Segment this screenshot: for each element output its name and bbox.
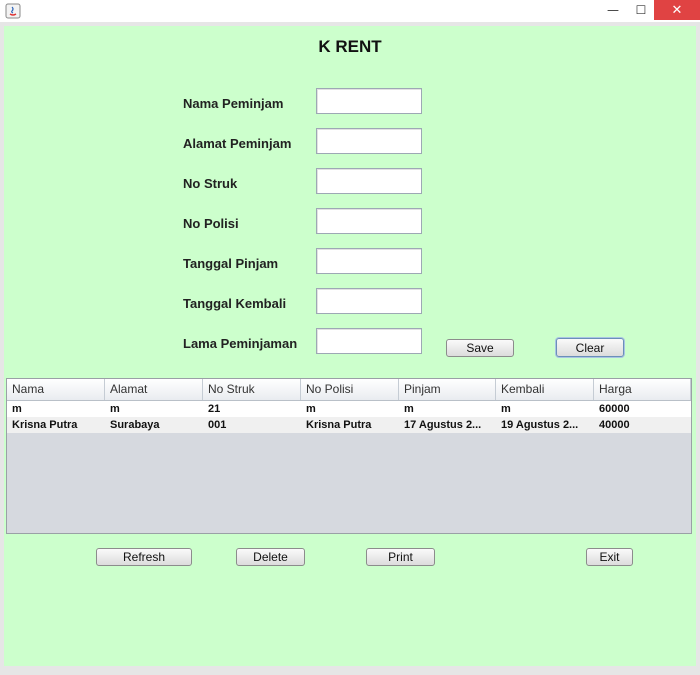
maximize-button[interactable]: ☐ [628, 0, 654, 20]
table-cell: 17 Agustus 2... [404, 419, 482, 431]
table-cell: 21 [208, 403, 221, 415]
tanggal-pinjam-field[interactable] [316, 248, 422, 274]
column-header-nama[interactable]: Nama [7, 379, 105, 400]
alamat-peminjam-field[interactable] [316, 128, 422, 154]
table-cell: m [501, 403, 511, 415]
java-icon [5, 3, 21, 19]
delete-button[interactable]: Delete [236, 548, 305, 566]
close-button[interactable]: ✕ [654, 0, 700, 20]
alamat-peminjam-label: Alamat Peminjam [183, 136, 292, 151]
table-cell: m [110, 403, 120, 415]
no-polisi-label: No Polisi [183, 216, 239, 231]
no-polisi-field[interactable] [316, 208, 422, 234]
no-struk-label: No Struk [183, 176, 238, 191]
minimize-button[interactable]: — [598, 0, 628, 20]
table-row[interactable]: m m 21 m m m 60000 [7, 401, 691, 417]
page-title: K RENT [318, 37, 382, 56]
table-cell: 40000 [599, 419, 630, 431]
table-cell: Krisna Putra [12, 419, 78, 431]
table-cell: Krisna Putra [306, 419, 372, 431]
title-bar: — ☐ ✕ [0, 0, 700, 22]
table-row[interactable]: Krisna Putra Surabaya 001 Krisna Putra 1… [7, 417, 691, 433]
column-header-pinjam[interactable]: Pinjam [399, 379, 496, 400]
print-button[interactable]: Print [366, 548, 435, 566]
table-cell: 19 Agustus 2... [501, 419, 579, 431]
tanggal-kembali-field[interactable] [316, 288, 422, 314]
maximize-icon: ☐ [635, 3, 647, 17]
main-panel: K RENT Nama Peminjam Alamat Peminjam No … [4, 26, 696, 666]
tanggal-pinjam-label: Tanggal Pinjam [183, 256, 279, 271]
nama-peminjam-field[interactable] [316, 88, 422, 114]
no-struk-field[interactable] [316, 168, 422, 194]
close-icon: ✕ [671, 2, 683, 18]
rental-table[interactable]: Nama Alamat No Struk No Polisi Pinjam Ke… [6, 378, 692, 534]
table-cell: m [12, 403, 22, 415]
minimize-icon: — [607, 3, 619, 17]
clear-button[interactable]: Clear [556, 338, 624, 357]
column-header-no-polisi[interactable]: No Polisi [301, 379, 399, 400]
table-header: Nama Alamat No Struk No Polisi Pinjam Ke… [7, 379, 691, 401]
lama-peminjaman-field[interactable] [316, 328, 422, 354]
tanggal-kembali-label: Tanggal Kembali [183, 296, 287, 311]
column-header-no-struk[interactable]: No Struk [203, 379, 301, 400]
table-cell: m [404, 403, 414, 415]
save-button[interactable]: Save [446, 339, 514, 357]
table-cell: 60000 [599, 403, 630, 415]
table-cell: Surabaya [110, 419, 160, 431]
column-header-harga[interactable]: Harga [594, 379, 691, 400]
lama-peminjaman-label: Lama Peminjaman [183, 336, 298, 351]
table-cell: m [306, 403, 316, 415]
column-header-alamat[interactable]: Alamat [105, 379, 203, 400]
column-header-kembali[interactable]: Kembali [496, 379, 594, 400]
refresh-button[interactable]: Refresh [96, 548, 192, 566]
exit-button[interactable]: Exit [586, 548, 633, 566]
nama-peminjam-label: Nama Peminjam [183, 96, 284, 111]
table-cell: 001 [208, 419, 227, 431]
